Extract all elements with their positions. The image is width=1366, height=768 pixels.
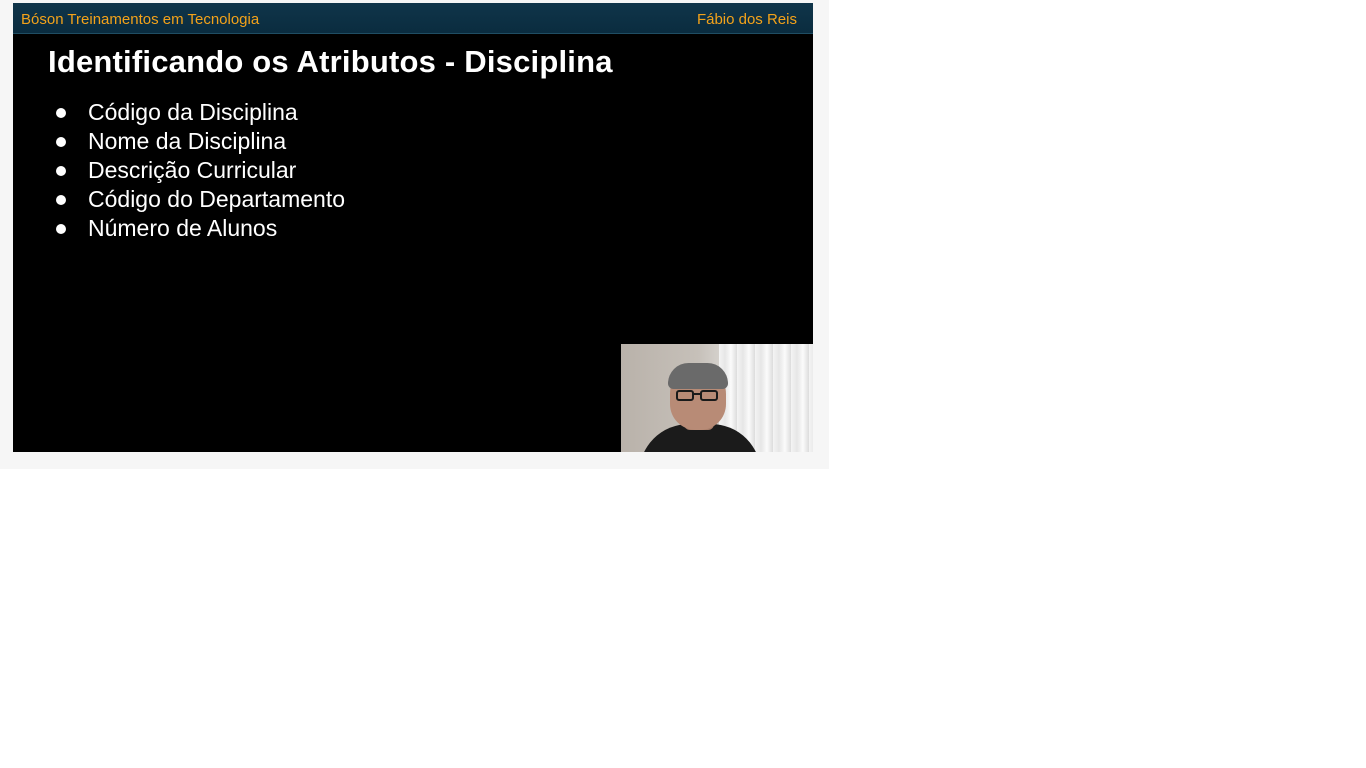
video-frame: Bóson Treinamentos em Tecnologia Fábio d… xyxy=(0,0,829,469)
glasses-lens-right xyxy=(700,390,718,401)
bullet-text: Código do Departamento xyxy=(88,186,345,212)
brand-label: Bóson Treinamentos em Tecnologia xyxy=(21,11,260,28)
bullet-icon xyxy=(56,194,66,205)
bullet-list: Código da Disciplina Nome da Disciplina … xyxy=(53,98,345,243)
presenter-webcam xyxy=(621,344,813,452)
glasses-lens-left xyxy=(676,390,694,401)
bullet-icon xyxy=(56,223,66,234)
glasses-icon xyxy=(676,390,722,402)
bullet-item: Código do Departamento xyxy=(53,185,345,214)
author-label: Fábio dos Reis xyxy=(696,11,797,28)
bullet-text: Nome da Disciplina xyxy=(88,128,287,154)
bullet-icon xyxy=(56,136,66,147)
bullet-item: Nome da Disciplina xyxy=(53,127,345,156)
bullet-text: Descrição Curricular xyxy=(88,157,297,183)
bullet-icon xyxy=(56,107,66,118)
video-player[interactable]: Bóson Treinamentos em Tecnologia Fábio d… xyxy=(13,3,813,452)
bullet-text: Código da Disciplina xyxy=(88,99,298,125)
bullet-item: Descrição Curricular xyxy=(53,156,345,185)
bullet-icon xyxy=(56,165,66,176)
slide-header-bar: Bóson Treinamentos em Tecnologia Fábio d… xyxy=(13,3,813,34)
bullet-text: Número de Alunos xyxy=(88,215,278,241)
presenter-hair xyxy=(668,363,728,389)
bullet-item: Número de Alunos xyxy=(53,214,345,243)
bullet-item: Código da Disciplina xyxy=(53,98,345,127)
slide-title: Identificando os Atributos - Disciplina xyxy=(48,44,613,79)
